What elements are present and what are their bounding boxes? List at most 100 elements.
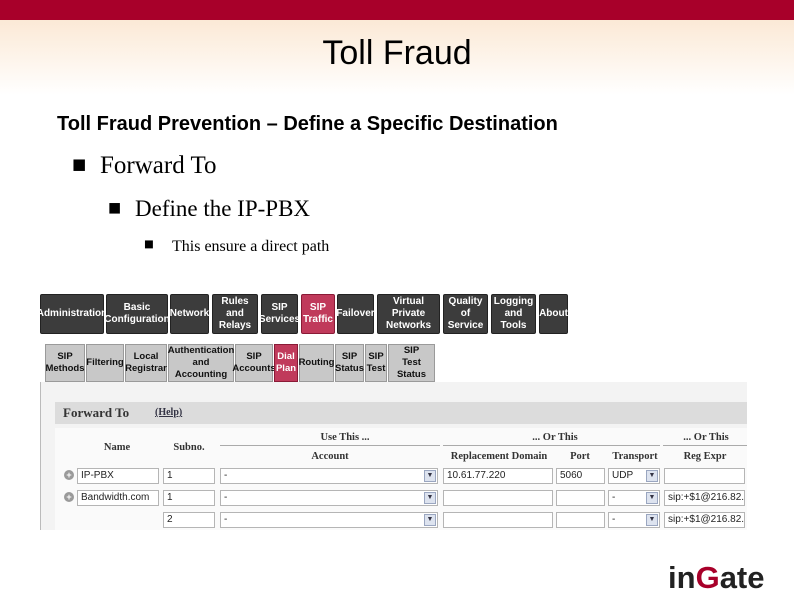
reg-expr-field[interactable] xyxy=(664,468,745,484)
subtab-filtering[interactable]: Filtering xyxy=(86,344,124,382)
chevron-down-icon: ▼ xyxy=(646,470,658,482)
subtab-label: Authentication and Accounting xyxy=(167,345,235,380)
replacement-domain-field[interactable] xyxy=(443,490,553,506)
subtab-sip-methods[interactable]: SIP Methods xyxy=(45,344,85,382)
header-or-this: ... Or This xyxy=(532,432,578,443)
name-field[interactable]: Bandwidth.com xyxy=(77,490,159,506)
header-port: Port xyxy=(570,451,590,462)
tab-administration[interactable]: Administration xyxy=(37,294,107,334)
logo-text: G xyxy=(695,560,720,595)
subtab-label: SIP Test xyxy=(366,351,386,374)
subtab-authentication-and-accounting[interactable]: Authentication and Accounting xyxy=(168,344,234,382)
subno-field[interactable]: 1 xyxy=(163,490,215,506)
subtab-label: Dial Plan xyxy=(275,351,297,374)
name-field[interactable]: IP-PBX xyxy=(77,468,159,484)
transport-value: UDP xyxy=(612,470,634,481)
tab-label: Failover xyxy=(336,308,375,319)
subtab-label: Filtering xyxy=(86,357,124,368)
header-reg-expr: Reg Expr xyxy=(683,451,727,462)
replacement-domain-field[interactable]: 10.61.77.220 xyxy=(443,468,553,484)
account-select[interactable]: - ▼ xyxy=(220,490,438,506)
tab-sip-services[interactable]: SIP Services xyxy=(258,294,301,334)
tab-logging-and-tools[interactable]: Logging and Tools xyxy=(491,294,536,334)
bullet-text-forward-to: Forward To xyxy=(100,152,217,179)
header-name: Name xyxy=(103,442,131,453)
slide-subtitle: Toll Fraud Prevention – Define a Specifi… xyxy=(57,113,558,135)
subtab-label: Local Registrar xyxy=(125,351,167,374)
subtab-local-registrar[interactable]: Local Registrar xyxy=(125,344,167,382)
divider xyxy=(220,445,440,446)
bullet-text-define-ip-pbx: Define the IP-PBX xyxy=(135,196,311,221)
divider xyxy=(663,445,747,446)
subtab-label: SIP Methods xyxy=(45,351,85,374)
port-field[interactable] xyxy=(556,512,605,528)
ingate-logo: inGate xyxy=(668,560,765,596)
expand-row-icon[interactable]: + xyxy=(64,492,74,502)
tab-sip-traffic[interactable]: SIP Traffic xyxy=(301,294,335,334)
tab-basic-configuration[interactable]: Basic Configuration xyxy=(104,294,170,334)
forward-to-table: Use This ... ... Or This ... Or This Nam… xyxy=(55,428,747,530)
subtab-dial-plan[interactable]: Dial Plan xyxy=(274,344,298,382)
account-value: - xyxy=(224,492,228,503)
expand-row-icon[interactable]: + xyxy=(64,470,74,480)
bullet-square-icon: ■ xyxy=(108,199,122,216)
logo-text: ate xyxy=(719,560,765,595)
replacement-domain-field[interactable] xyxy=(443,512,553,528)
account-value: - xyxy=(224,514,228,525)
reg-expr-field[interactable]: sip:+$1@216.82.2 xyxy=(664,512,745,528)
transport-select[interactable]: - ▼ xyxy=(608,490,660,506)
tab-label: SIP Services xyxy=(258,302,301,325)
chevron-down-icon: ▼ xyxy=(424,470,436,482)
tab-label: Network xyxy=(169,308,210,319)
port-field[interactable] xyxy=(556,490,605,506)
subtab-routing[interactable]: Routing xyxy=(299,344,334,382)
top-brand-bar xyxy=(0,0,794,20)
tab-failover[interactable]: Failover xyxy=(336,294,375,334)
tab-network[interactable]: Network xyxy=(170,294,209,334)
account-select[interactable]: - ▼ xyxy=(220,512,438,528)
tab-label: Logging and Tools xyxy=(493,296,534,331)
tab-label: Virtual Private Networks xyxy=(385,296,431,331)
subtab-sip-test[interactable]: SIP Test xyxy=(365,344,387,382)
header-subno: Subno. xyxy=(173,442,205,453)
subno-field[interactable]: 1 xyxy=(163,468,215,484)
subtab-label: SIP Status xyxy=(334,351,365,374)
subtab-label: Routing xyxy=(298,357,335,368)
bullet-level-2: ■ Define the IP-PBX xyxy=(108,196,310,222)
tab-about[interactable]: About xyxy=(539,294,568,334)
transport-select[interactable]: UDP ▼ xyxy=(608,468,660,484)
chevron-down-icon: ▼ xyxy=(424,514,436,526)
header-replacement-domain: Replacement Domain xyxy=(450,451,548,462)
subno-field[interactable]: 2 xyxy=(163,512,215,528)
subtab-sip-test-status[interactable]: SIP Test Status xyxy=(388,344,435,382)
account-value: - xyxy=(224,470,228,481)
reg-expr-field[interactable]: sip:+$1@216.82.2 xyxy=(664,490,745,506)
header-transport: Transport xyxy=(612,451,658,462)
transport-select[interactable]: - ▼ xyxy=(608,512,660,528)
subtab-label: SIP Test Status xyxy=(396,345,427,380)
help-link[interactable]: (Help) xyxy=(155,407,182,418)
slide-title: Toll Fraud xyxy=(322,34,472,72)
subtab-sip-status[interactable]: SIP Status xyxy=(335,344,364,382)
tab-label: Basic Configuration xyxy=(104,302,170,325)
bullet-square-icon: ■ xyxy=(72,155,87,174)
divider xyxy=(443,445,660,446)
forward-to-panel: Forward To (Help) Use This ... ... Or Th… xyxy=(40,382,747,530)
forward-to-title: Forward To xyxy=(63,405,130,420)
bullet-level-3: ■ This ensure a direct path xyxy=(144,238,329,256)
tab-rules-and-relays[interactable]: Rules and Relays xyxy=(212,294,258,334)
tab-quality-of-service[interactable]: Quality of Service xyxy=(443,294,488,334)
account-select[interactable]: - ▼ xyxy=(220,468,438,484)
tab-virtual-private-networks[interactable]: Virtual Private Networks xyxy=(377,294,440,334)
port-field[interactable]: 5060 xyxy=(556,468,605,484)
bullet-square-icon: ■ xyxy=(144,238,154,251)
tab-label: About xyxy=(539,308,568,319)
tab-label: SIP Traffic xyxy=(302,302,333,325)
subtab-sip-accounts[interactable]: SIP Accounts xyxy=(232,344,276,382)
logo-text: in xyxy=(668,560,696,595)
subtab-label: SIP Accounts xyxy=(232,351,276,374)
sub-nav-tabs: SIP Methods Filtering Local Registrar Au… xyxy=(40,344,746,382)
chevron-down-icon: ▼ xyxy=(646,514,658,526)
chevron-down-icon: ▼ xyxy=(424,492,436,504)
header-use-this: Use This ... xyxy=(320,432,370,443)
